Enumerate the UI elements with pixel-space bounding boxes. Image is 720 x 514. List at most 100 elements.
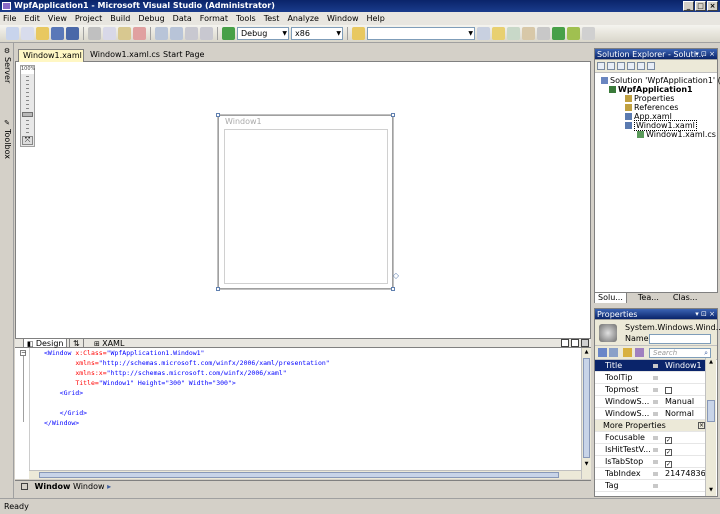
view-class-diagram-icon[interactable] [647, 62, 655, 70]
scroll-thumb[interactable] [39, 472, 559, 478]
start-page-icon[interactable] [552, 27, 565, 40]
checkbox[interactable]: ✓ [665, 461, 672, 468]
copy-icon[interactable] [103, 27, 116, 40]
more-windows-icon[interactable] [582, 27, 595, 40]
toolbox-tab[interactable]: Toolbox [1, 129, 13, 169]
toolbox-icon[interactable]: ✎ [1, 119, 13, 127]
navigate-back-icon[interactable] [185, 27, 198, 40]
lightning-icon[interactable] [635, 348, 644, 357]
redo-icon[interactable] [170, 27, 183, 40]
menu-edit[interactable]: Edit [24, 14, 40, 23]
add-item-icon[interactable] [21, 27, 34, 40]
tab-start-page[interactable]: Start Page [159, 49, 209, 62]
tree-node[interactable]: Properties [625, 94, 674, 103]
menu-analyze[interactable]: Analyze [287, 14, 319, 23]
paste-icon[interactable] [118, 27, 131, 40]
property-marker[interactable] [653, 460, 658, 464]
object-browser-icon[interactable] [522, 27, 535, 40]
property-value[interactable]: Manual [665, 396, 694, 408]
tree-node[interactable]: References [625, 103, 678, 112]
property-search-input[interactable]: Search ⌕ [649, 348, 711, 358]
property-row[interactable]: Topmost [595, 384, 707, 396]
tab-team-explorer[interactable]: Tea... [635, 293, 662, 303]
menu-build[interactable]: Build [110, 14, 130, 23]
scroll-down-icon[interactable]: ▼ [583, 461, 590, 469]
tree-node[interactable]: Solution 'WpfApplication1' (1 p [601, 76, 720, 85]
resize-handle[interactable] [216, 287, 220, 291]
server-explorer-tab[interactable]: Server Explorer [1, 57, 13, 117]
tab-window1-xaml-cs[interactable]: Window1.xaml.cs [86, 49, 160, 62]
find-in-files-icon[interactable] [352, 27, 365, 40]
properties-window-icon[interactable] [507, 27, 520, 40]
find-combo[interactable]: ▼ [367, 27, 475, 40]
property-row[interactable]: TabIndex 214748364 [595, 468, 711, 480]
tab-xaml[interactable]: ⊞ XAML [91, 339, 127, 348]
property-row[interactable]: IsHitTestV... ✓ [595, 444, 707, 456]
checkbox[interactable]: ✓ [665, 437, 672, 444]
property-value[interactable]: 214748364 [665, 468, 711, 480]
platform-dropdown[interactable]: x86 ▼ [291, 27, 343, 40]
close-button[interactable]: × [707, 1, 718, 11]
zoom-track[interactable] [26, 76, 29, 136]
menu-view[interactable]: View [48, 14, 67, 23]
tree-node[interactable]: Window1.xaml [625, 120, 697, 131]
panel-window-buttons[interactable]: ▾ ⊡ × [695, 49, 715, 60]
property-marker[interactable] [653, 472, 658, 476]
checkbox[interactable]: ✓ [665, 449, 672, 456]
categorized-icon[interactable] [598, 348, 607, 357]
menu-data[interactable]: Data [173, 14, 192, 23]
delete-icon[interactable] [133, 27, 146, 40]
property-marker[interactable] [653, 448, 658, 452]
menu-debug[interactable]: Debug [138, 14, 164, 23]
xaml-horizontal-scrollbar[interactable] [29, 470, 581, 479]
property-marker[interactable] [653, 412, 658, 416]
property-row[interactable]: IsTabStop ✓ [595, 456, 707, 468]
scroll-up-icon[interactable]: ▲ [707, 359, 715, 367]
property-row[interactable]: More Properties × [595, 420, 707, 432]
xaml-vertical-scrollbar[interactable]: ▲ ▼ [581, 348, 591, 479]
tab-solution-explorer[interactable]: Solu... [594, 293, 627, 303]
tab-design[interactable]: ◧ Design [23, 339, 68, 348]
breadcrumb-arrow-icon[interactable]: ▸ [107, 482, 111, 491]
toolbox-icon[interactable] [537, 27, 550, 40]
zoom-thumb[interactable] [22, 112, 33, 117]
zoom-slider[interactable]: 100% ⤧ [20, 65, 35, 147]
configuration-dropdown[interactable]: Debug ▼ [237, 27, 289, 40]
view-designer-icon[interactable] [637, 62, 645, 70]
undo-icon[interactable] [155, 27, 168, 40]
property-marker[interactable] [653, 388, 658, 392]
scroll-thumb[interactable] [707, 400, 715, 422]
wpf-window-preview[interactable]: Window1 ◇ [216, 113, 399, 291]
class-view-icon[interactable] [567, 27, 580, 40]
panel-window-buttons[interactable]: ▾ ⊡ × [695, 309, 715, 320]
cut-icon[interactable] [88, 27, 101, 40]
menu-format[interactable]: Format [200, 14, 228, 23]
tab-class-explorer[interactable]: Clas... [670, 293, 701, 303]
scroll-up-icon[interactable]: ▲ [583, 349, 590, 357]
start-debugging-icon[interactable] [222, 27, 235, 40]
events-icon[interactable] [623, 348, 632, 357]
properties-scrollbar[interactable]: ▲ ▼ [705, 358, 716, 496]
wpf-window-client-area[interactable] [224, 129, 388, 284]
menu-help[interactable]: Help [367, 14, 385, 23]
maximize-button[interactable]: □ [695, 1, 706, 11]
property-row[interactable]: ToolTip [595, 372, 707, 384]
scroll-thumb[interactable] [583, 358, 590, 458]
menu-file[interactable]: File [3, 14, 16, 23]
horizontal-split-icon[interactable] [571, 339, 579, 347]
property-value[interactable]: Window1 [665, 360, 702, 372]
solution-explorer-icon[interactable] [492, 27, 505, 40]
property-row[interactable]: Title Window1 [595, 360, 707, 372]
open-file-icon[interactable] [36, 27, 49, 40]
resize-handle[interactable] [391, 287, 395, 291]
property-row[interactable]: WindowS... Manual [595, 396, 707, 408]
properties-icon[interactable] [597, 62, 605, 70]
checkbox[interactable] [665, 387, 672, 394]
save-all-icon[interactable] [66, 27, 79, 40]
server-explorer-icon[interactable]: ⚙ [1, 47, 13, 55]
collapse-section-icon[interactable]: × [698, 422, 705, 429]
alphabetical-icon[interactable] [609, 348, 618, 357]
refresh-icon[interactable] [617, 62, 625, 70]
property-marker[interactable] [653, 436, 658, 440]
property-marker[interactable] [653, 364, 658, 368]
